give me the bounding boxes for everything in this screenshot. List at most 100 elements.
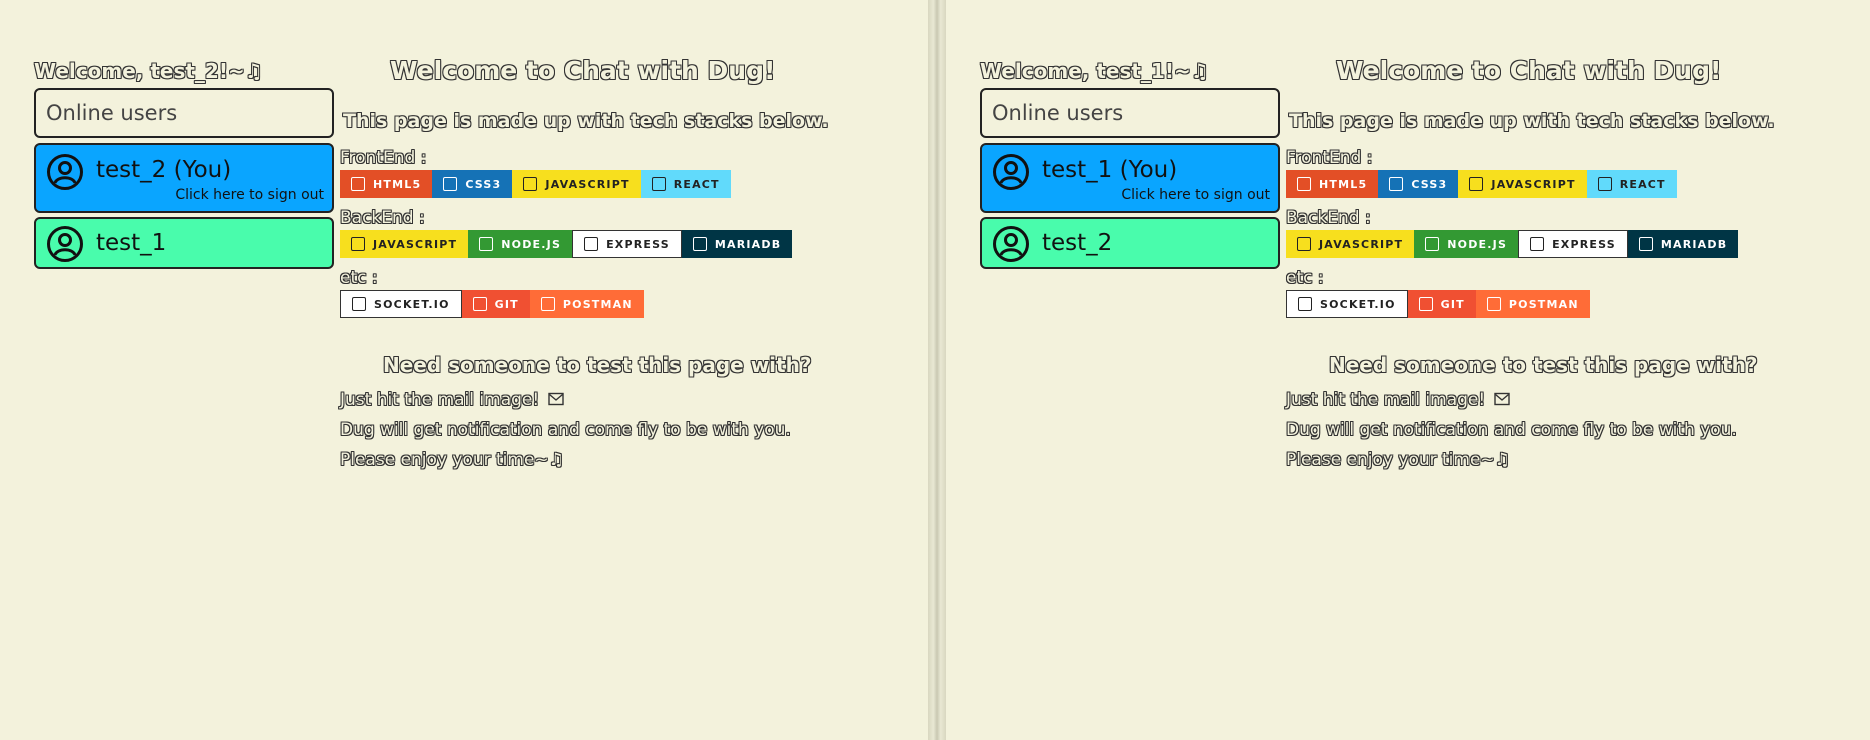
- self-user-card[interactable]: test_1 (You) Click here to sign out: [980, 143, 1280, 213]
- backend-label: BackEnd :: [340, 208, 425, 228]
- page-title: Welcome to Chat with Dug!: [390, 56, 776, 85]
- backend-badges: JAVASCRIPT NODE.JS EXPRESS MARIADB: [1286, 230, 1739, 258]
- react-icon: [1597, 177, 1612, 191]
- socketio-icon: [352, 297, 366, 311]
- need-tester-heading: Need someone to test this page with?: [1329, 353, 1758, 377]
- user-circle-icon: [47, 154, 83, 190]
- badge-label: REACT: [673, 177, 720, 191]
- mariadb-badge: MARIADB: [681, 230, 793, 258]
- user-circle-icon: [47, 226, 83, 262]
- mariadb-icon: [692, 237, 707, 251]
- self-user-card[interactable]: test_2 (You) Click here to sign out: [34, 143, 334, 213]
- frontend-label: FrontEnd :: [340, 148, 427, 168]
- git-badge: GIT: [461, 290, 530, 318]
- etc-badges: SOCKET.IO GIT POSTMAN: [1286, 290, 1590, 318]
- window-divider[interactable]: [928, 0, 946, 740]
- online-user-name: test_1: [96, 230, 167, 256]
- frontend-badges: HTML5 CSS3 JAVASCRIPT REACT: [1286, 170, 1677, 198]
- badge-label: NODE.JS: [501, 237, 562, 251]
- user-circle-icon: [993, 154, 1029, 190]
- sidebar: Welcome, test_1!~♫ Online users test_1 (…: [980, 56, 1280, 269]
- etc-label: etc :: [1286, 268, 1324, 288]
- postman-icon: [1486, 297, 1501, 311]
- badge-label: EXPRESS: [606, 237, 670, 251]
- socketio-badge: SOCKET.IO: [1286, 290, 1408, 318]
- badge-label: JAVASCRIPT: [1319, 237, 1404, 251]
- express-icon: [1530, 237, 1545, 251]
- frontend-badges: HTML5 CSS3 JAVASCRIPT REACT: [340, 170, 731, 198]
- stack-intro: This page is made up with tech stacks be…: [1289, 110, 1775, 132]
- self-user-name: test_2 (You): [96, 157, 232, 183]
- git-icon: [472, 297, 487, 311]
- html5-icon: [1297, 177, 1311, 191]
- html5-icon: [351, 177, 365, 191]
- javascript-icon: [1469, 177, 1484, 191]
- postman-icon: [540, 297, 555, 311]
- mail-icon[interactable]: [1493, 392, 1510, 406]
- javascript-badge: JAVASCRIPT: [340, 230, 469, 258]
- react-icon: [651, 177, 666, 191]
- online-user-card[interactable]: test_1: [34, 217, 334, 269]
- express-badge: EXPRESS: [572, 230, 682, 258]
- welcome-user-heading: Welcome, test_2!~♫: [34, 59, 263, 83]
- badge-label: EXPRESS: [1552, 237, 1616, 251]
- online-user-name: test_2: [1042, 230, 1113, 256]
- postman-badge: POSTMAN: [1475, 290, 1590, 318]
- online-users-header: Online users: [980, 88, 1280, 138]
- javascript-icon: [1297, 237, 1311, 251]
- self-user-name: test_1 (You): [1042, 157, 1178, 183]
- user-circle-icon: [993, 226, 1029, 262]
- chat-pane-test-2: Welcome, test_2!~♫ Online users test_2 (…: [0, 0, 928, 740]
- mariadb-icon: [1638, 237, 1653, 251]
- html5-badge: HTML5: [1286, 170, 1379, 198]
- etc-badges: SOCKET.IO GIT POSTMAN: [340, 290, 644, 318]
- chat-pane-test-1: Welcome, test_1!~♫ Online users test_1 (…: [946, 0, 1870, 740]
- postman-badge: POSTMAN: [529, 290, 644, 318]
- sign-out-link[interactable]: Click here to sign out: [1121, 187, 1270, 203]
- mail-icon[interactable]: [547, 392, 564, 406]
- badge-label: CSS3: [465, 177, 502, 191]
- badge-label: JAVASCRIPT: [1491, 177, 1576, 191]
- stack-intro: This page is made up with tech stacks be…: [343, 110, 829, 132]
- javascript-badge: JAVASCRIPT: [512, 170, 641, 198]
- enjoy-text: Please enjoy your time~♫: [1286, 450, 1510, 470]
- frontend-label: FrontEnd :: [1286, 148, 1373, 168]
- react-badge: REACT: [1586, 170, 1677, 198]
- css3-badge: CSS3: [1378, 170, 1459, 198]
- notification-text: Dug will get notification and come fly t…: [1286, 420, 1737, 440]
- etc-label: etc :: [340, 268, 378, 288]
- express-badge: EXPRESS: [1518, 230, 1628, 258]
- badge-label: HTML5: [373, 177, 422, 191]
- need-tester-heading: Need someone to test this page with?: [383, 353, 812, 377]
- page-title: Welcome to Chat with Dug!: [1336, 56, 1722, 85]
- badge-label: HTML5: [1319, 177, 1368, 191]
- backend-label: BackEnd :: [1286, 208, 1371, 228]
- react-badge: REACT: [640, 170, 731, 198]
- git-badge: GIT: [1407, 290, 1476, 318]
- javascript-icon: [351, 237, 365, 251]
- mail-instruction-text: Just hit the mail image!: [340, 390, 540, 410]
- badge-label: POSTMAN: [1508, 297, 1579, 311]
- sidebar: Welcome, test_2!~♫ Online users test_2 (…: [34, 56, 334, 269]
- badge-label: SOCKET.IO: [374, 297, 450, 311]
- badge-label: MARIADB: [714, 237, 782, 251]
- git-icon: [1418, 297, 1433, 311]
- sign-out-link[interactable]: Click here to sign out: [175, 187, 324, 203]
- javascript-badge: JAVASCRIPT: [1286, 230, 1415, 258]
- mail-instruction: Just hit the mail image!: [1286, 390, 1510, 410]
- badge-label: GIT: [494, 297, 519, 311]
- online-users-header: Online users: [34, 88, 334, 138]
- socketio-icon: [1298, 297, 1312, 311]
- badge-label: GIT: [1440, 297, 1465, 311]
- badge-label: MARIADB: [1660, 237, 1728, 251]
- javascript-badge: JAVASCRIPT: [1458, 170, 1587, 198]
- badge-label: REACT: [1619, 177, 1666, 191]
- online-user-card[interactable]: test_2: [980, 217, 1280, 269]
- badge-label: JAVASCRIPT: [373, 237, 458, 251]
- enjoy-text: Please enjoy your time~♫: [340, 450, 564, 470]
- nodejs-icon: [1425, 237, 1440, 251]
- badge-label: JAVASCRIPT: [545, 177, 630, 191]
- css3-badge: CSS3: [432, 170, 513, 198]
- javascript-icon: [523, 177, 538, 191]
- css3-icon: [443, 177, 458, 191]
